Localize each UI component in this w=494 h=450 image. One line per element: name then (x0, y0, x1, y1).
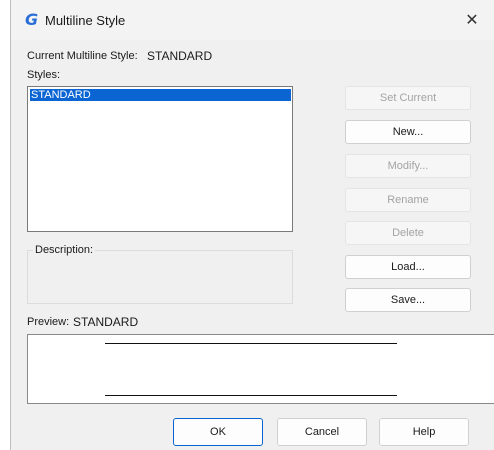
help-button[interactable]: Help (379, 418, 469, 446)
description-label: Description: (33, 244, 96, 256)
preview-pane (27, 334, 494, 404)
preview-line-bottom (105, 395, 397, 396)
modify-button[interactable]: Modify... (345, 154, 471, 178)
ok-button[interactable]: OK (173, 418, 263, 446)
close-icon[interactable]: ✕ (455, 6, 489, 34)
current-style-value: STANDARD (147, 49, 213, 63)
current-style-label: Current Multiline Style: (27, 50, 138, 62)
title-bar[interactable]: G Multiline Style ✕ (11, 0, 494, 40)
load-button[interactable]: Load... (345, 255, 471, 279)
save-button[interactable]: Save... (345, 288, 471, 312)
cancel-button[interactable]: Cancel (277, 418, 367, 446)
set-current-button[interactable]: Set Current (345, 86, 471, 110)
preview-line-top (105, 343, 397, 344)
multiline-style-dialog: G Multiline Style ✕ Current Multiline St… (10, 0, 494, 450)
list-item[interactable]: STANDARD (30, 89, 291, 101)
preview-label: Preview: (27, 316, 70, 328)
styles-label: Styles: (27, 69, 61, 81)
rename-button[interactable]: Rename (345, 188, 471, 212)
new-button[interactable]: New... (345, 120, 471, 144)
dialog-title: Multiline Style (45, 13, 126, 28)
preview-style-name: STANDARD (73, 315, 139, 329)
description-group (27, 250, 293, 304)
delete-button[interactable]: Delete (345, 221, 471, 245)
styles-listbox[interactable]: STANDARD (27, 86, 293, 232)
app-logo-icon: G (25, 10, 39, 29)
